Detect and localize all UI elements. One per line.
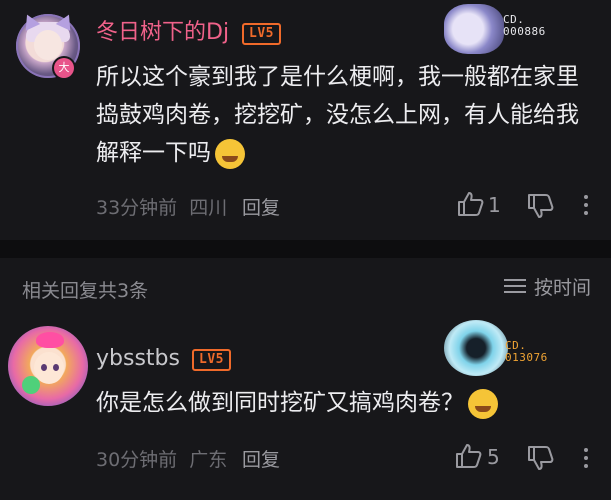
fan-medal-icon[interactable] [444, 4, 504, 54]
comment-location: 广东 [189, 449, 228, 471]
like-count: 1 [488, 193, 501, 217]
reply-button[interactable]: 回复 [242, 445, 280, 472]
comment-text: 你是怎么做到同时挖矿又搞鸡肉卷？ [96, 384, 586, 422]
avatar[interactable]: 大 [16, 11, 80, 78]
username[interactable]: ybsstbs [96, 346, 180, 372]
like-count: 5 [487, 445, 500, 469]
comment-text-content: 所以这个豪到我了是什么梗啊，我一般都在家里捣鼓鸡肉卷，挖挖矿，没怎么上网，有人能… [96, 64, 579, 166]
replies-count-title: 相关回复共3条 [22, 280, 149, 302]
avatar-eye [53, 364, 59, 371]
level-badge: LV5 [192, 349, 231, 371]
fan-medal-icon[interactable] [444, 320, 508, 376]
crying-laughing-emoji-icon [215, 138, 245, 169]
thumbs-down-icon[interactable] [526, 445, 554, 471]
comment-meta: 33分钟前 四川 [96, 193, 233, 220]
more-options-icon[interactable] [583, 193, 589, 217]
thumbs-up-icon[interactable] [454, 443, 482, 469]
avatar-bow [36, 332, 64, 348]
comment-time: 33分钟前 [96, 197, 178, 219]
more-options-icon[interactable] [583, 446, 589, 470]
fan-number: CD. 013076 [505, 339, 548, 364]
sort-icon [503, 278, 526, 294]
comment-item: 大 冬日树下的Dj LV5 CD. 000886 所以这个豪到我了是什么梗啊，我… [0, 0, 611, 240]
comment-time: 30分钟前 [96, 449, 178, 471]
sort-label: 按时间 [533, 276, 591, 299]
comment-text-content: 你是怎么做到同时挖矿又搞鸡肉卷？ [96, 390, 464, 416]
level-badge: LV5 [242, 23, 281, 45]
section-divider [0, 240, 611, 258]
fan-number: CD. 000886 [503, 13, 546, 38]
comment-text: 所以这个豪到我了是什么梗啊，我一般都在家里捣鼓鸡肉卷，挖挖矿，没怎么上网，有人能… [96, 58, 586, 172]
thinking-emoji-icon [468, 388, 498, 419]
sort-by-time-button[interactable]: 按时间 [503, 274, 591, 299]
avatar-badge: 大 [54, 58, 74, 78]
avatar-face [34, 30, 62, 60]
comment-meta: 30分钟前 广东 [96, 445, 233, 472]
avatar[interactable] [8, 326, 88, 406]
thumbs-down-icon[interactable] [526, 193, 554, 219]
reply-button[interactable]: 回复 [242, 193, 280, 220]
comment-location: 四川 [189, 197, 228, 219]
thumbs-up-icon[interactable] [456, 191, 484, 217]
username[interactable]: 冬日树下的Dj [96, 20, 229, 46]
replies-header: 相关回复共3条 按时间 [0, 258, 611, 316]
avatar-eye [41, 364, 47, 371]
avatar-decoration [22, 376, 40, 394]
